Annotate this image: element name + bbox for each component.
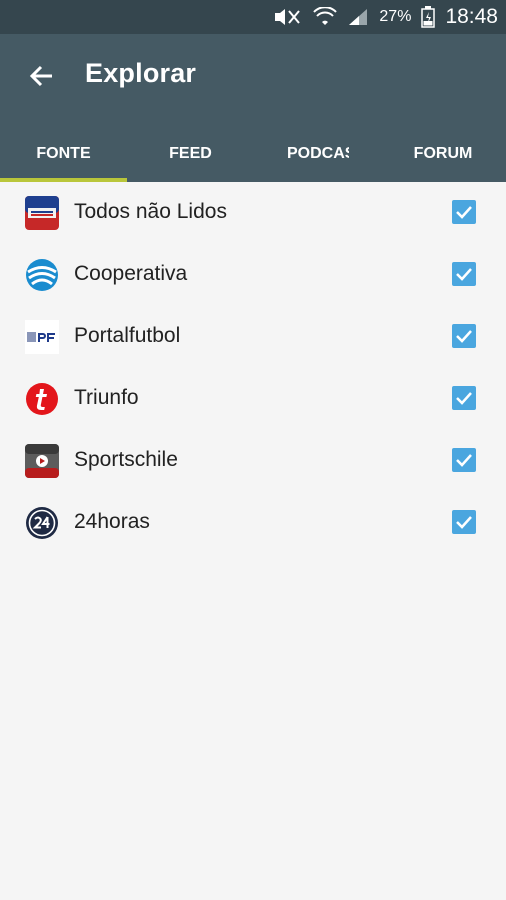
list-item[interactable]: Triunfo (0, 368, 506, 430)
app-bar: Explorar FONTE FEED PODCASTS FORUM (0, 34, 506, 182)
tab-bar: FONTE FEED PODCASTS FORUM (0, 126, 506, 182)
list-item[interactable]: Portalfutbol (0, 306, 506, 368)
source-label: Portalfutbol (74, 324, 181, 347)
tab-forum[interactable]: FORUM (380, 126, 506, 182)
list-item[interactable]: Sportschile (0, 430, 506, 492)
battery-icon (421, 6, 436, 28)
clock: 18:48 (445, 5, 498, 28)
cooperativa-logo-icon (26, 259, 58, 291)
checkmark-icon (456, 516, 472, 529)
signal-icon (349, 9, 368, 25)
wifi-icon (313, 7, 338, 25)
source-checkbox[interactable] (452, 386, 476, 410)
source-label: Todos não Lidos (74, 200, 227, 223)
futbol-chileno-logo-icon (25, 196, 59, 230)
source-checkbox[interactable] (452, 262, 476, 286)
status-icons: 27% 18:48 (273, 0, 498, 34)
status-bar: 27% 18:48 (0, 0, 506, 34)
source-label: Sportschile (74, 448, 178, 471)
list-item[interactable]: Cooperativa (0, 244, 506, 306)
list-item[interactable]: Todos não Lidos (0, 182, 506, 244)
source-label: 24horas (74, 510, 150, 533)
checkmark-icon (456, 268, 472, 281)
checkmark-icon (456, 206, 472, 219)
mute-icon (275, 9, 301, 25)
source-checkbox[interactable] (452, 200, 476, 224)
checkmark-icon (456, 330, 472, 343)
battery-percent: 27% (379, 8, 412, 25)
tab-fonte[interactable]: FONTE (0, 126, 127, 182)
source-checkbox[interactable] (452, 448, 476, 472)
triunfo-logo-icon (26, 383, 58, 415)
back-arrow-icon[interactable] (26, 60, 58, 92)
source-checkbox[interactable] (452, 510, 476, 534)
tab-podcasts[interactable]: PODCASTS (287, 126, 349, 182)
24horas-logo-icon (26, 507, 58, 539)
source-label: Cooperativa (74, 262, 188, 285)
tab-feed[interactable]: FEED (127, 126, 254, 182)
source-checkbox[interactable] (452, 324, 476, 348)
checkmark-icon (456, 392, 472, 405)
sportschile-logo-icon (25, 444, 59, 478)
checkmark-icon (456, 454, 472, 467)
page-title: Explorar (85, 58, 197, 88)
portalfutbol-logo-icon (25, 320, 59, 354)
list-item[interactable]: 24horas (0, 492, 506, 554)
source-label: Triunfo (74, 386, 139, 409)
